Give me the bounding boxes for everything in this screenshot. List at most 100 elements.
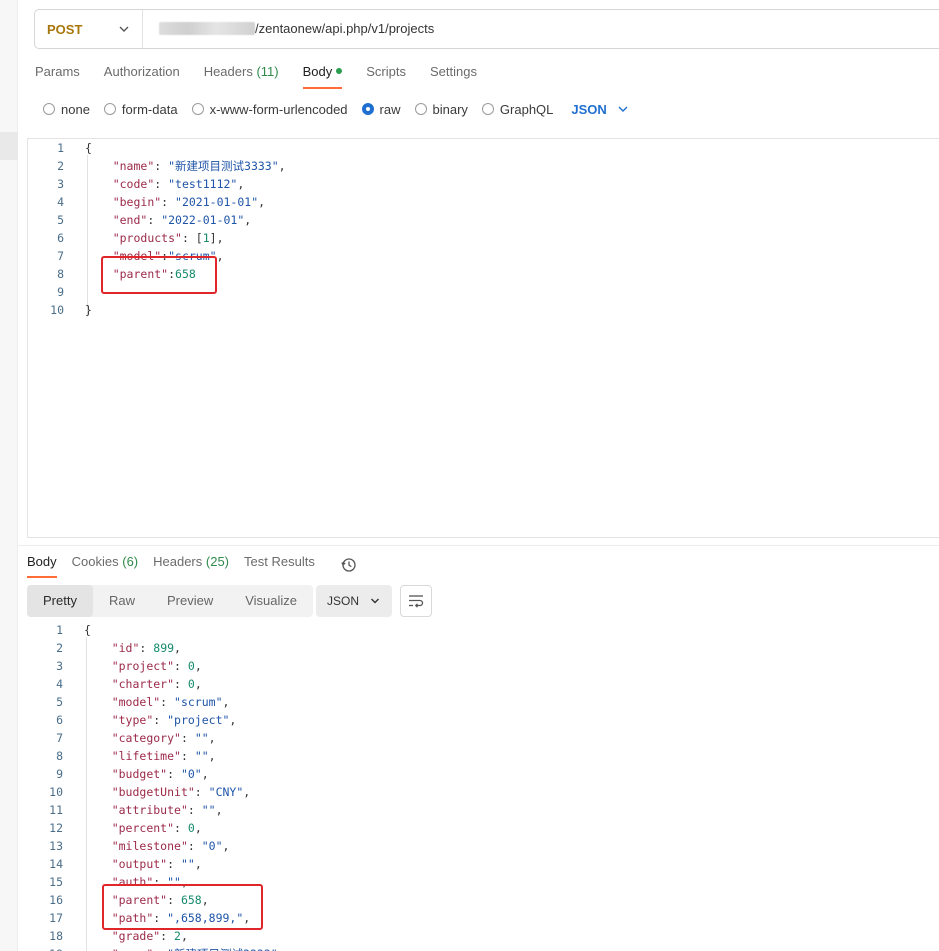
tab-response-headers[interactable]: Headers (25) xyxy=(153,554,229,576)
line-number: 19 xyxy=(27,945,63,951)
radio-raw[interactable]: raw xyxy=(361,102,401,117)
tab-body[interactable]: Body xyxy=(302,64,343,89)
method-select[interactable]: POST xyxy=(35,10,143,48)
history-icon[interactable] xyxy=(340,556,358,574)
tab-settings[interactable]: Settings xyxy=(430,64,477,88)
code-line: 5 "end": "2022-01-01", xyxy=(28,211,939,229)
code-line: 12 "percent": 0, xyxy=(27,819,939,837)
tab-params[interactable]: Params xyxy=(35,64,80,88)
request-tabs: Params Authorization Headers (11) Body S… xyxy=(35,64,501,90)
sidebar-selected-item[interactable] xyxy=(0,132,18,160)
line-code: "attribute": "", xyxy=(111,803,223,817)
line-code: "project": 0, xyxy=(111,659,202,673)
highlight-box-response-parent-path xyxy=(102,884,263,930)
response-divider xyxy=(18,545,939,546)
tab-headers[interactable]: Headers (11) xyxy=(204,64,279,88)
line-number: 11 xyxy=(49,803,63,817)
line-number: 3 xyxy=(57,177,64,191)
radio-label: x-www-form-urlencoded xyxy=(209,101,348,117)
line-number: 4 xyxy=(56,677,63,691)
line-number: 12 xyxy=(49,821,63,835)
line-number: 5 xyxy=(57,213,64,227)
code-line: 4 "charter": 0, xyxy=(27,675,939,693)
highlight-box-request-parent xyxy=(101,256,217,294)
line-code: "name": "新建项目测试3333", xyxy=(84,945,285,951)
code-line: 19 "name": "新建项目测试3333", xyxy=(27,945,939,951)
chevron-down-icon xyxy=(119,26,129,32)
radio-indicator xyxy=(481,103,494,115)
line-number: 16 xyxy=(49,893,63,907)
response-view-toggle: Pretty Raw Preview Visualize xyxy=(27,585,314,617)
line-code: "end": "2022-01-01", xyxy=(112,213,252,227)
view-visualize[interactable]: Visualize xyxy=(229,585,313,617)
line-code: "milestone": "0", xyxy=(111,839,230,853)
body-type-radios: none form-data x-www-form-urlencoded raw… xyxy=(43,101,629,117)
line-number: 2 xyxy=(57,159,64,173)
radio-none[interactable]: none xyxy=(43,102,90,117)
radio-indicator xyxy=(103,103,116,115)
raw-format-select[interactable]: JSON xyxy=(571,102,628,117)
line-number: 13 xyxy=(49,839,63,853)
headers-count: (11) xyxy=(256,64,279,79)
line-number: 4 xyxy=(57,195,64,209)
code-line: 4 "begin": "2021-01-01", xyxy=(28,193,939,211)
wrap-lines-icon xyxy=(409,595,424,608)
radio-label: form-data xyxy=(121,101,178,117)
request-body-editor[interactable]: 1{2 "name": "新建项目测试3333", 3 "code": "test… xyxy=(27,138,939,538)
code-line: 1{ xyxy=(28,139,939,157)
tab-label: Params xyxy=(35,64,80,79)
line-number: 1 xyxy=(57,141,64,155)
line-code: { xyxy=(85,141,92,155)
line-code: "lifetime": "", xyxy=(111,749,216,763)
code-line: 14 "output": "", xyxy=(27,855,939,873)
code-line: 13 "milestone": "0", xyxy=(27,837,939,855)
tab-test-results[interactable]: Test Results xyxy=(244,554,315,576)
radio-label: binary xyxy=(432,101,468,117)
format-label: JSON xyxy=(571,101,607,117)
cookies-count: (6) xyxy=(122,554,139,569)
line-code: "budgetUnit": "CNY", xyxy=(111,785,251,799)
view-raw[interactable]: Raw xyxy=(93,585,151,617)
code-line: 8 "lifetime": "", xyxy=(27,747,939,765)
code-line: 1{ xyxy=(27,621,939,639)
line-number: 17 xyxy=(49,911,63,925)
tab-cookies[interactable]: Cookies (6) xyxy=(72,554,138,576)
line-number: 10 xyxy=(50,303,64,317)
radio-binary[interactable]: binary xyxy=(414,101,468,117)
view-preview[interactable]: Preview xyxy=(151,585,229,617)
code-line: 6 "products": [1], xyxy=(28,229,939,247)
tab-authorization[interactable]: Authorization xyxy=(104,64,180,88)
line-code: "id": 899, xyxy=(111,641,181,655)
radio-indicator xyxy=(361,103,374,115)
radio-graphql[interactable]: GraphQL xyxy=(481,102,553,117)
body-status-dot xyxy=(336,68,343,74)
line-code: "charter": 0, xyxy=(111,677,202,691)
response-format-select[interactable]: JSON xyxy=(316,585,392,617)
code-line: 10} xyxy=(28,301,939,319)
code-line: 11 "attribute": "", xyxy=(27,801,939,819)
view-pretty[interactable]: Pretty xyxy=(27,585,93,617)
radio-indicator xyxy=(191,103,204,115)
format-label: JSON xyxy=(327,594,360,608)
request-url-bar: POST /zentaonew/api.php/v1/projects xyxy=(34,9,939,49)
tab-label: Body xyxy=(302,64,333,79)
url-input[interactable]: /zentaonew/api.php/v1/projects xyxy=(159,21,434,36)
line-number: 14 xyxy=(49,857,63,871)
radio-x-www-form-urlencoded[interactable]: x-www-form-urlencoded xyxy=(191,101,348,117)
radio-form-data[interactable]: form-data xyxy=(103,101,178,117)
line-number: 7 xyxy=(56,731,63,745)
line-number: 5 xyxy=(56,695,63,709)
wrap-lines-button[interactable] xyxy=(400,585,432,617)
tab-label: Scripts xyxy=(366,64,406,79)
tab-scripts[interactable]: Scripts xyxy=(366,64,406,88)
url-path: /zentaonew/api.php/v1/projects xyxy=(255,21,435,36)
tab-label: Settings xyxy=(429,64,477,79)
url-host-redacted xyxy=(159,22,255,35)
line-number: 10 xyxy=(49,785,63,799)
sidebar-strip xyxy=(0,0,18,951)
tab-label: Body xyxy=(27,554,57,569)
tab-response-body[interactable]: Body xyxy=(27,554,57,578)
code-line: 2 "name": "新建项目测试3333", xyxy=(28,157,939,175)
chevron-down-icon xyxy=(371,598,379,604)
line-code: "percent": 0, xyxy=(111,821,202,835)
